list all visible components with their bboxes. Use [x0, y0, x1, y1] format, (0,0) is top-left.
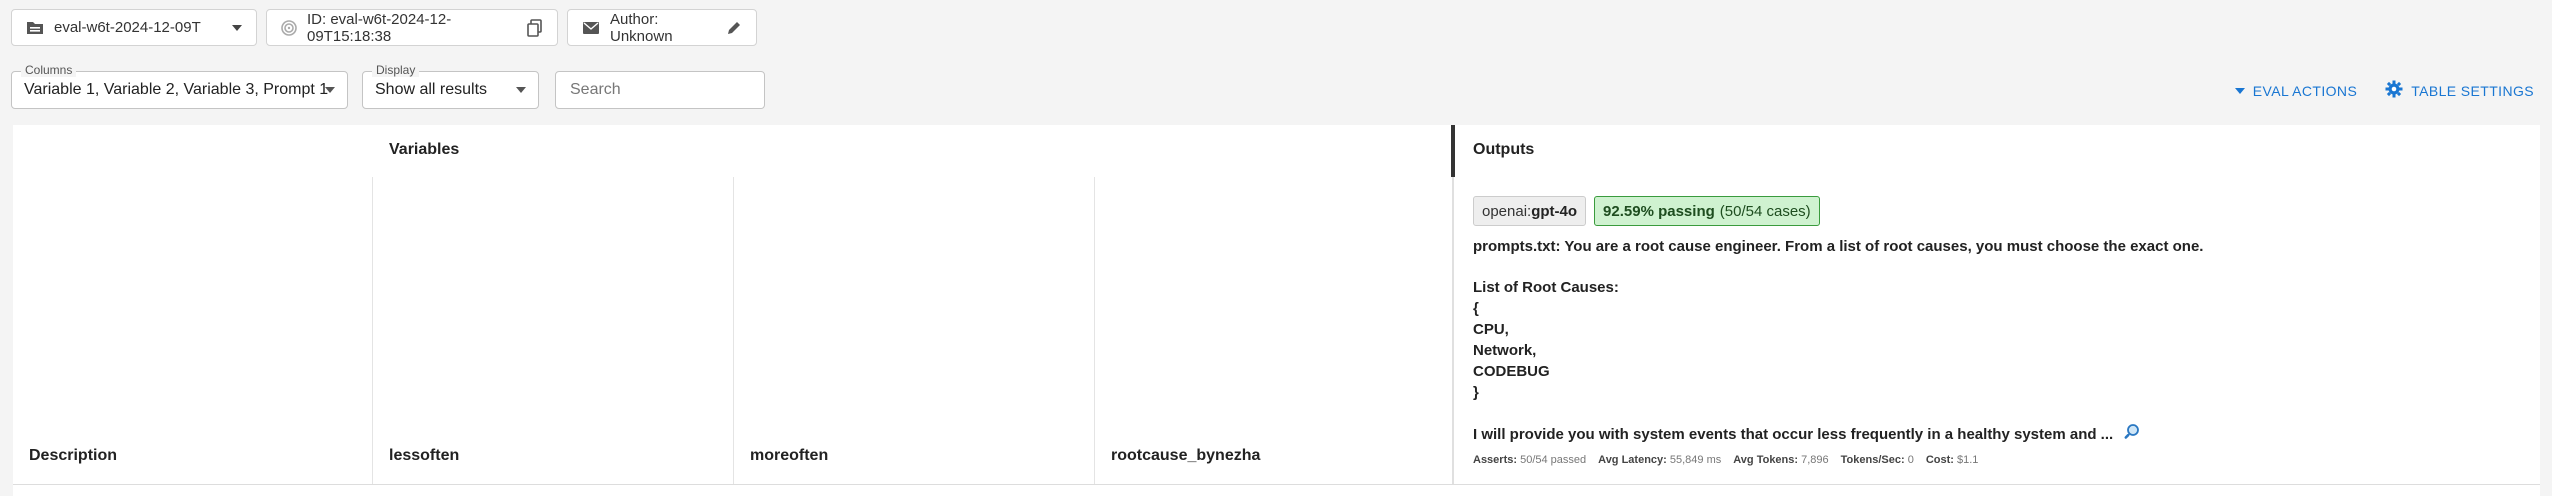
- prompt-line: List of Root Causes:: [1473, 279, 1619, 296]
- variables-header: Variables: [389, 141, 460, 158]
- columns-legend: Columns: [21, 63, 77, 77]
- column-divider: [1094, 177, 1095, 484]
- outputs-header: Outputs: [1473, 141, 1535, 158]
- display-select[interactable]: Display Show all results: [362, 63, 539, 109]
- search-input[interactable]: Search: [555, 71, 765, 109]
- chevron-down-icon: [325, 87, 335, 93]
- column-header-description[interactable]: Description: [29, 447, 117, 465]
- eval-actions-button[interactable]: EVAL ACTIONS: [2234, 82, 2358, 99]
- edit-icon[interactable]: [726, 20, 742, 36]
- outputs-divider: [1451, 125, 1455, 177]
- display-value: Show all results: [375, 81, 488, 98]
- eval-id-label: ID: eval-w6t-2024-12-09T15:18:38: [307, 10, 452, 45]
- filters-bar: Columns Variable 1, Variable 2, Variable…: [11, 63, 765, 109]
- results-table: Variables Outputs Description lessoften …: [13, 125, 2540, 496]
- latency-stat: Avg Latency: 55,849 ms: [1598, 454, 1721, 466]
- eval-select-value: eval-w6t-2024-12-09T: [54, 19, 201, 36]
- provider-model: gpt-4o: [1531, 202, 1578, 220]
- provider-prefix: openai:: [1482, 202, 1532, 220]
- search-placeholder: Search: [570, 81, 621, 98]
- eval-toolbar: eval-w6t-2024-12-09T ID: eval-w6t-2024-1…: [11, 9, 757, 46]
- eval-id-chip: ID: eval-w6t-2024-12-09T15:18:38: [266, 9, 558, 46]
- outputs-column-divider: [1452, 177, 1454, 484]
- tps-stat: Tokens/Sec: 0: [1841, 454, 1914, 466]
- copy-icon[interactable]: [527, 18, 543, 37]
- output-stats: Asserts: 50/54 passed Avg Latency: 55,84…: [1473, 454, 1978, 466]
- latency-label: Avg Latency:: [1598, 454, 1667, 466]
- column-header-rootcause[interactable]: rootcause_bynezha: [1111, 447, 1260, 465]
- chevron-down-icon: [516, 87, 526, 93]
- eval-select[interactable]: eval-w6t-2024-12-09T: [11, 9, 257, 46]
- author-label: Author: Unknown: [610, 10, 673, 45]
- asserts-stat: Asserts: 50/54 passed: [1473, 454, 1586, 466]
- table-settings-label: TABLE SETTINGS: [2411, 82, 2534, 99]
- author-chip: Author: Unknown: [567, 9, 757, 46]
- eval-actions-label: EVAL ACTIONS: [2252, 82, 2358, 99]
- tokens-label: Avg Tokens:: [1733, 454, 1799, 466]
- mail-icon: [582, 21, 600, 35]
- column-divider: [372, 177, 373, 484]
- column-divider: [733, 177, 734, 484]
- prompt-line: prompts.txt: You are a root cause engine…: [1473, 238, 2204, 255]
- column-header-moreoften[interactable]: moreoften: [750, 447, 828, 465]
- prompt-line: CODEBUG: [1473, 363, 1550, 380]
- fingerprint-icon: [281, 19, 297, 37]
- prompt-line: {: [1473, 300, 1479, 317]
- asserts-value: 50/54 passed: [1520, 454, 1587, 466]
- tokens-stat: Avg Tokens: 7,896: [1733, 454, 1828, 466]
- columns-select[interactable]: Columns Variable 1, Variable 2, Variable…: [11, 63, 348, 109]
- prompt-line-text: I will provide you with system events th…: [1473, 426, 2114, 443]
- header-bottom-border: [13, 484, 2540, 485]
- latency-value: 55,849 ms: [1669, 454, 1722, 466]
- prompt-line-truncated: I will provide you with system events th…: [1473, 423, 2140, 446]
- pass-rate: 92.59% passing: [1603, 202, 1715, 220]
- tps-value: 0: [1907, 454, 1914, 466]
- tokens-value: 7,896: [1801, 454, 1829, 466]
- pass-count: (50/54 cases): [1719, 202, 1811, 220]
- display-legend: Display: [372, 63, 420, 77]
- prompt-line: CPU,: [1473, 321, 1509, 338]
- arrow-down-icon: [2234, 87, 2245, 94]
- provider-badge: openai: gpt-4o: [1473, 196, 1587, 226]
- output-badges: openai: gpt-4o 92.59% passing (50/54 case…: [1473, 196, 1820, 226]
- gear-icon: [2385, 80, 2403, 101]
- chevron-down-icon: [232, 24, 242, 31]
- cost-label: Cost:: [1925, 454, 1954, 466]
- cost-value: $1.1: [1957, 454, 1979, 466]
- columns-value: Variable 1, Variable 2, Variable 3, Prom…: [24, 81, 329, 98]
- table-settings-button[interactable]: TABLE SETTINGS: [2385, 80, 2534, 101]
- column-header-lessoften[interactable]: lessoften: [389, 447, 459, 465]
- folder-icon: [26, 20, 44, 36]
- magnifier-icon[interactable]: [2123, 423, 2140, 446]
- prompt-line: }: [1473, 384, 1479, 401]
- asserts-label: Asserts:: [1473, 454, 1518, 466]
- pass-rate-badge: 92.59% passing (50/54 cases): [1594, 196, 1820, 226]
- table-actions: EVAL ACTIONS TABLE SETTINGS: [2234, 80, 2534, 101]
- cost-stat: Cost: $1.1: [1926, 454, 1979, 466]
- tps-label: Tokens/Sec:: [1840, 454, 1905, 466]
- prompt-line: Network,: [1473, 342, 1537, 359]
